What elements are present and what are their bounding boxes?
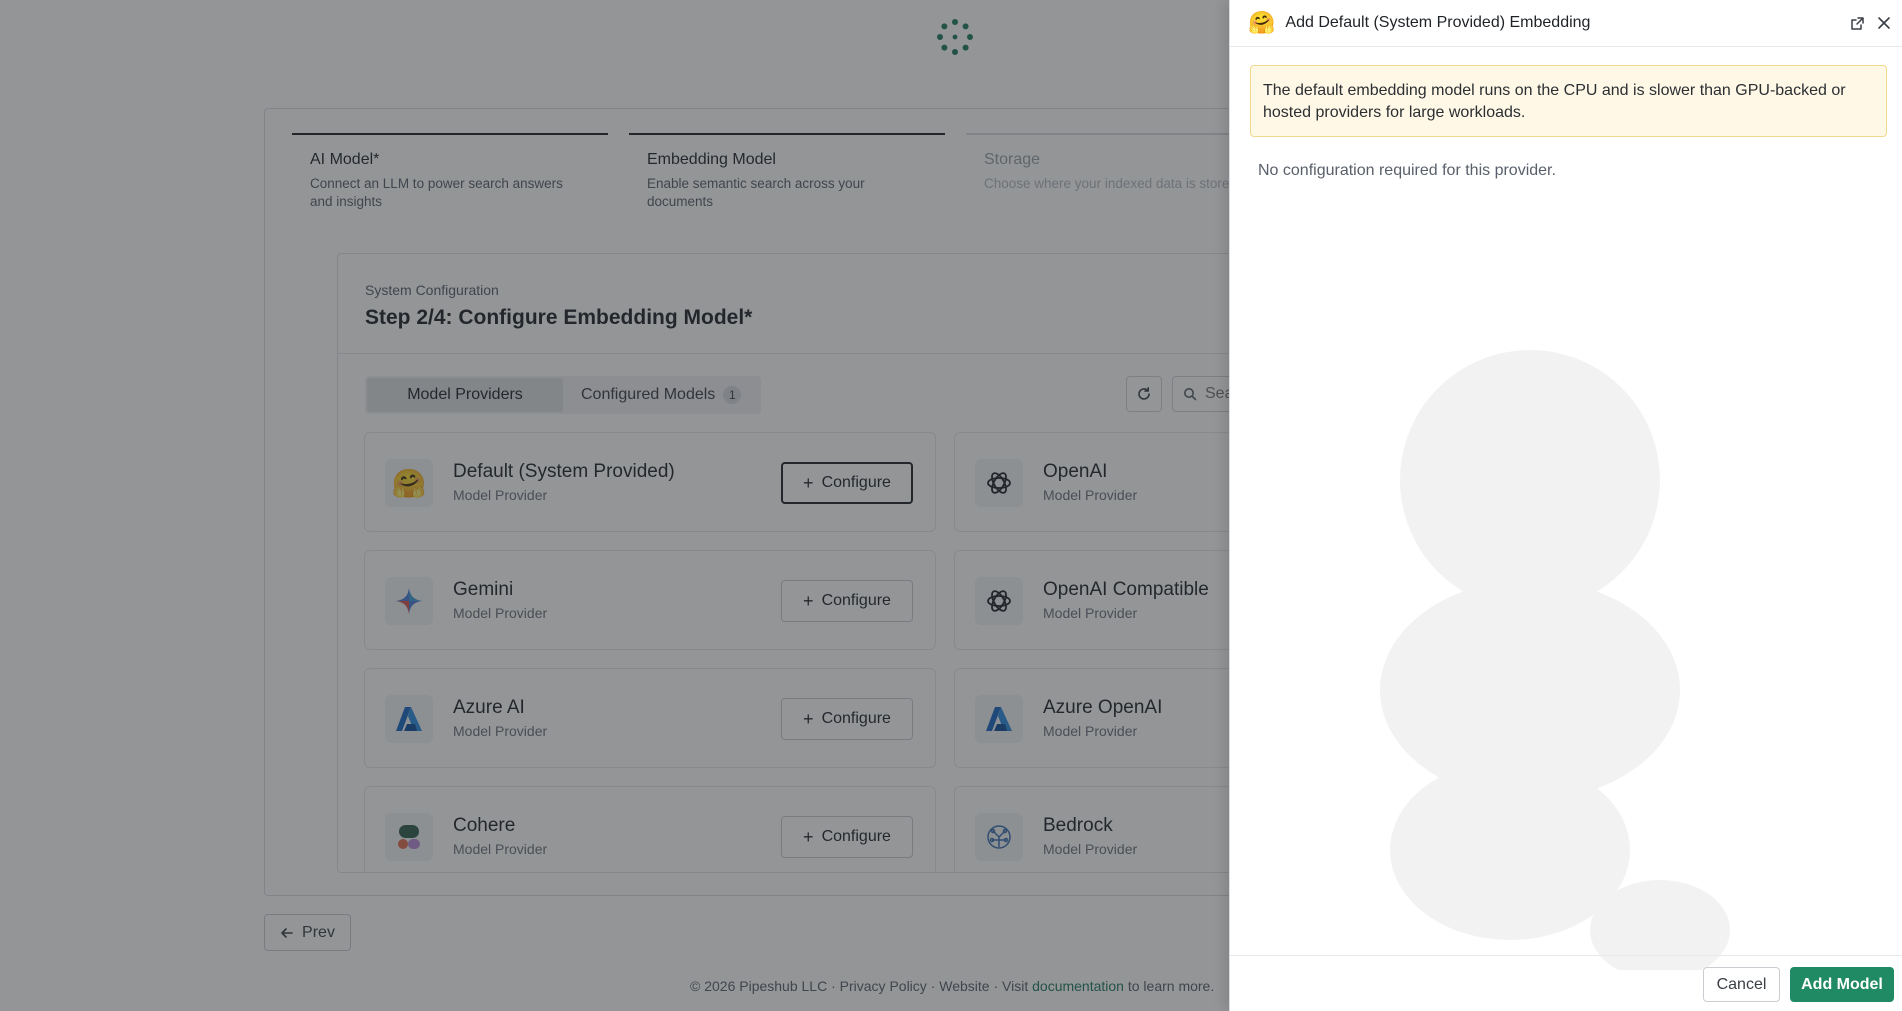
add-model-button[interactable]: Add Model (1790, 967, 1894, 1002)
add-embedding-drawer: 🤗 Add Default (System Provided) Embeddin… (1229, 0, 1902, 1011)
drawer-title: Add Default (System Provided) Embedding (1285, 14, 1591, 31)
no-config-text: No configuration required for this provi… (1258, 162, 1556, 179)
hugging-face-icon: 🤗 (1248, 10, 1276, 35)
expand-button[interactable] (1846, 12, 1868, 34)
open-in-new-icon (1850, 16, 1864, 30)
close-button[interactable] (1873, 12, 1895, 34)
cpu-warning-alert: The default embedding model runs on the … (1250, 65, 1887, 137)
close-icon (1878, 17, 1890, 29)
drawer-footer: Cancel Add Model (1230, 955, 1902, 1011)
drawer-header: 🤗 Add Default (System Provided) Embeddin… (1230, 0, 1902, 47)
hugging-face-watermark-icon (1380, 350, 1730, 970)
cancel-button[interactable]: Cancel (1703, 967, 1780, 1002)
